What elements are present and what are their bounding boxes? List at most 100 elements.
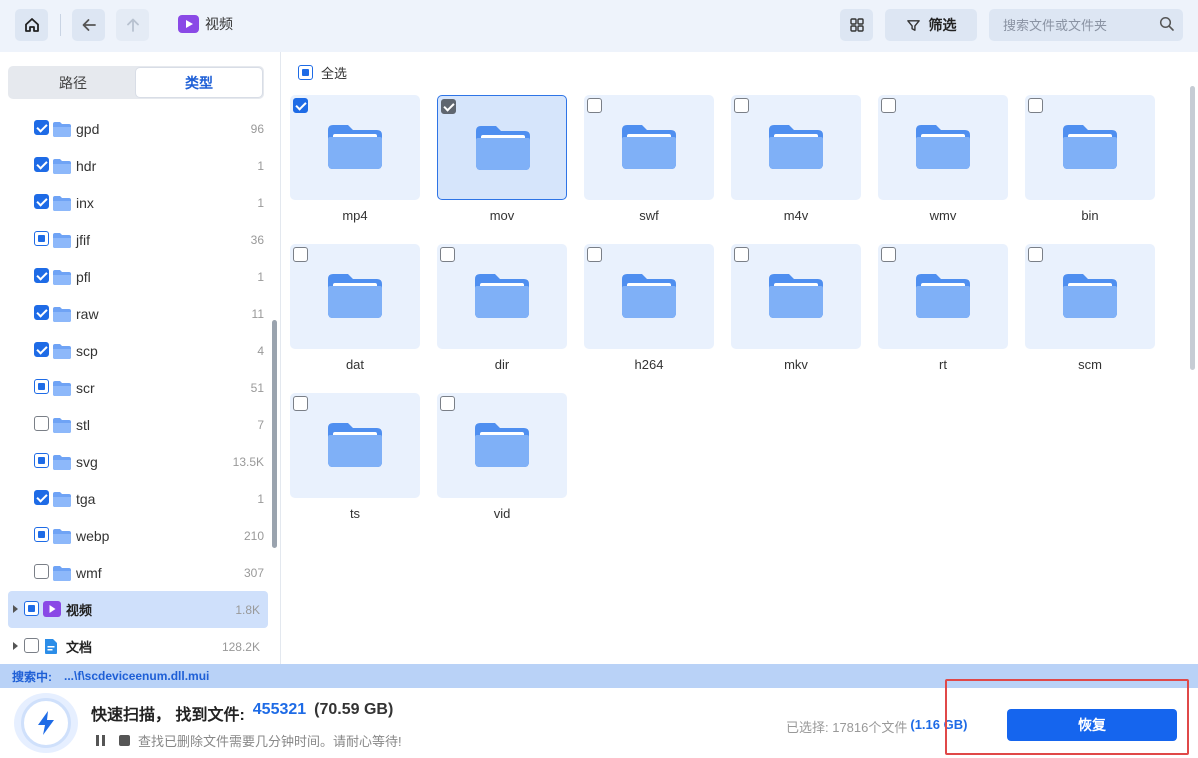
type-item-wmf[interactable]: wmf 307 [0,554,272,591]
type-item-jfif[interactable]: jfif 36 [0,221,272,258]
up-button[interactable] [116,9,149,41]
folder-checkbox[interactable] [440,396,455,411]
type-item-scp[interactable]: scp 4 [0,332,272,369]
type-item-checkbox[interactable] [34,120,49,135]
type-item-checkbox[interactable] [34,231,49,246]
type-item-checkbox[interactable] [34,379,49,394]
folder-checkbox[interactable] [1028,247,1043,262]
type-group-0[interactable]: 视频 1.8K [8,591,268,628]
folder-label: rt [939,357,947,372]
type-item-gpd[interactable]: gpd 96 [0,110,272,147]
pause-button[interactable] [96,735,105,746]
folder-card-vid[interactable] [437,393,567,498]
type-item-checkbox[interactable] [34,490,49,505]
sidebar: 路径 类型 gpd 96 hdr 1 inx 1 jfif 36 pfl 1 raw 11 scp 4 sc… [0,52,281,664]
expand-arrow-icon[interactable] [13,642,18,650]
folder-checkbox[interactable] [881,98,896,113]
tab-path[interactable]: 路径 [10,68,136,97]
folder-icon [52,343,72,363]
folder-icon [52,158,72,178]
folder-checkbox[interactable] [587,98,602,113]
type-item-pfl[interactable]: pfl 1 [0,258,272,295]
folder-checkbox[interactable] [293,396,308,411]
tab-type[interactable]: 类型 [136,68,262,97]
folder-card-scm[interactable] [1025,244,1155,349]
folder-card-dat[interactable] [290,244,420,349]
scan-footer: 快速扫描， 找到文件: 455321 (70.59 GB) 查找已删除文件需要几… [0,688,1198,758]
type-group-1[interactable]: 文档 128.2K [8,628,268,665]
folder-icon [326,123,384,174]
folder-card-mov[interactable] [437,95,567,200]
folder-checkbox[interactable] [1028,98,1043,113]
searching-label: 搜索中: [12,669,52,684]
type-group-count: 1.8K [235,602,260,617]
type-item-checkbox[interactable] [34,268,49,283]
filter-button[interactable]: 筛选 [885,9,977,41]
folder-checkbox[interactable] [734,98,749,113]
expand-arrow-icon[interactable] [13,605,18,613]
type-item-webp[interactable]: webp 210 [0,517,272,554]
type-group-checkbox[interactable] [24,638,39,653]
folder-checkbox[interactable] [293,247,308,262]
type-item-stl[interactable]: stl 7 [0,406,272,443]
home-icon [24,18,39,32]
sidebar-scrollbar[interactable] [272,320,277,548]
select-all-checkbox[interactable] [298,65,313,80]
folder-checkbox[interactable] [293,98,308,113]
document-icon [43,638,59,658]
folder-icon [1061,123,1119,174]
folder-card-m4v[interactable] [731,95,861,200]
view-toggle-button[interactable] [840,9,873,41]
type-item-checkbox[interactable] [34,305,49,320]
search-icon[interactable] [1159,16,1175,32]
selection-info: 已选择: 17816个文件 (1.16 GB) [786,717,967,736]
select-all[interactable]: 全选 [298,63,347,82]
main-scrollbar[interactable] [1190,86,1195,370]
folder-checkbox[interactable] [881,247,896,262]
type-item-inx[interactable]: inx 1 [0,184,272,221]
folder-card-bin[interactable] [1025,95,1155,200]
scan-controls: 查找已删除文件需要几分钟时间。请耐心等待! [96,731,402,750]
folder-checkbox[interactable] [441,99,456,114]
type-item-checkbox[interactable] [34,564,49,579]
folder-icon [52,380,72,400]
type-item-svg[interactable]: svg 13.5K [0,443,272,480]
type-item-count: 1 [257,158,264,173]
type-item-raw[interactable]: raw 11 [0,295,272,332]
folder-label: mp4 [342,208,368,223]
type-item-checkbox[interactable] [34,527,49,542]
folder-card-mkv[interactable] [731,244,861,349]
type-item-tga[interactable]: tga 1 [0,480,272,517]
grid-view-icon [849,18,864,32]
type-item-checkbox[interactable] [34,194,49,209]
type-item-scr[interactable]: scr 51 [0,369,272,406]
breadcrumb: 视频 [178,14,233,34]
type-item-checkbox[interactable] [34,157,49,172]
type-item-checkbox[interactable] [34,416,49,431]
folder-card-rt[interactable] [878,244,1008,349]
type-item-checkbox[interactable] [34,453,49,468]
type-item-label: hdr [76,157,97,174]
folder-card-dir[interactable] [437,244,567,349]
folder-checkbox[interactable] [587,247,602,262]
folder-checkbox[interactable] [440,247,455,262]
folder-icon [767,272,825,323]
stop-button[interactable] [119,735,130,746]
folder-checkbox[interactable] [734,247,749,262]
folder-card-h264[interactable] [584,244,714,349]
folder-icon [52,454,72,474]
type-item-hdr[interactable]: hdr 1 [0,147,272,184]
home-button[interactable] [15,9,48,41]
type-item-count: 210 [243,528,264,543]
search-input[interactable] [989,9,1149,41]
recover-button[interactable]: 恢复 [1007,709,1177,741]
folder-card-wmv[interactable] [878,95,1008,200]
back-button[interactable] [72,9,105,41]
type-item-count: 1 [257,269,264,284]
type-group-checkbox[interactable] [24,601,39,616]
folder-card-ts[interactable] [290,393,420,498]
arrow-up-icon [126,18,139,32]
folder-card-mp4[interactable] [290,95,420,200]
folder-card-swf[interactable] [584,95,714,200]
type-item-checkbox[interactable] [34,342,49,357]
